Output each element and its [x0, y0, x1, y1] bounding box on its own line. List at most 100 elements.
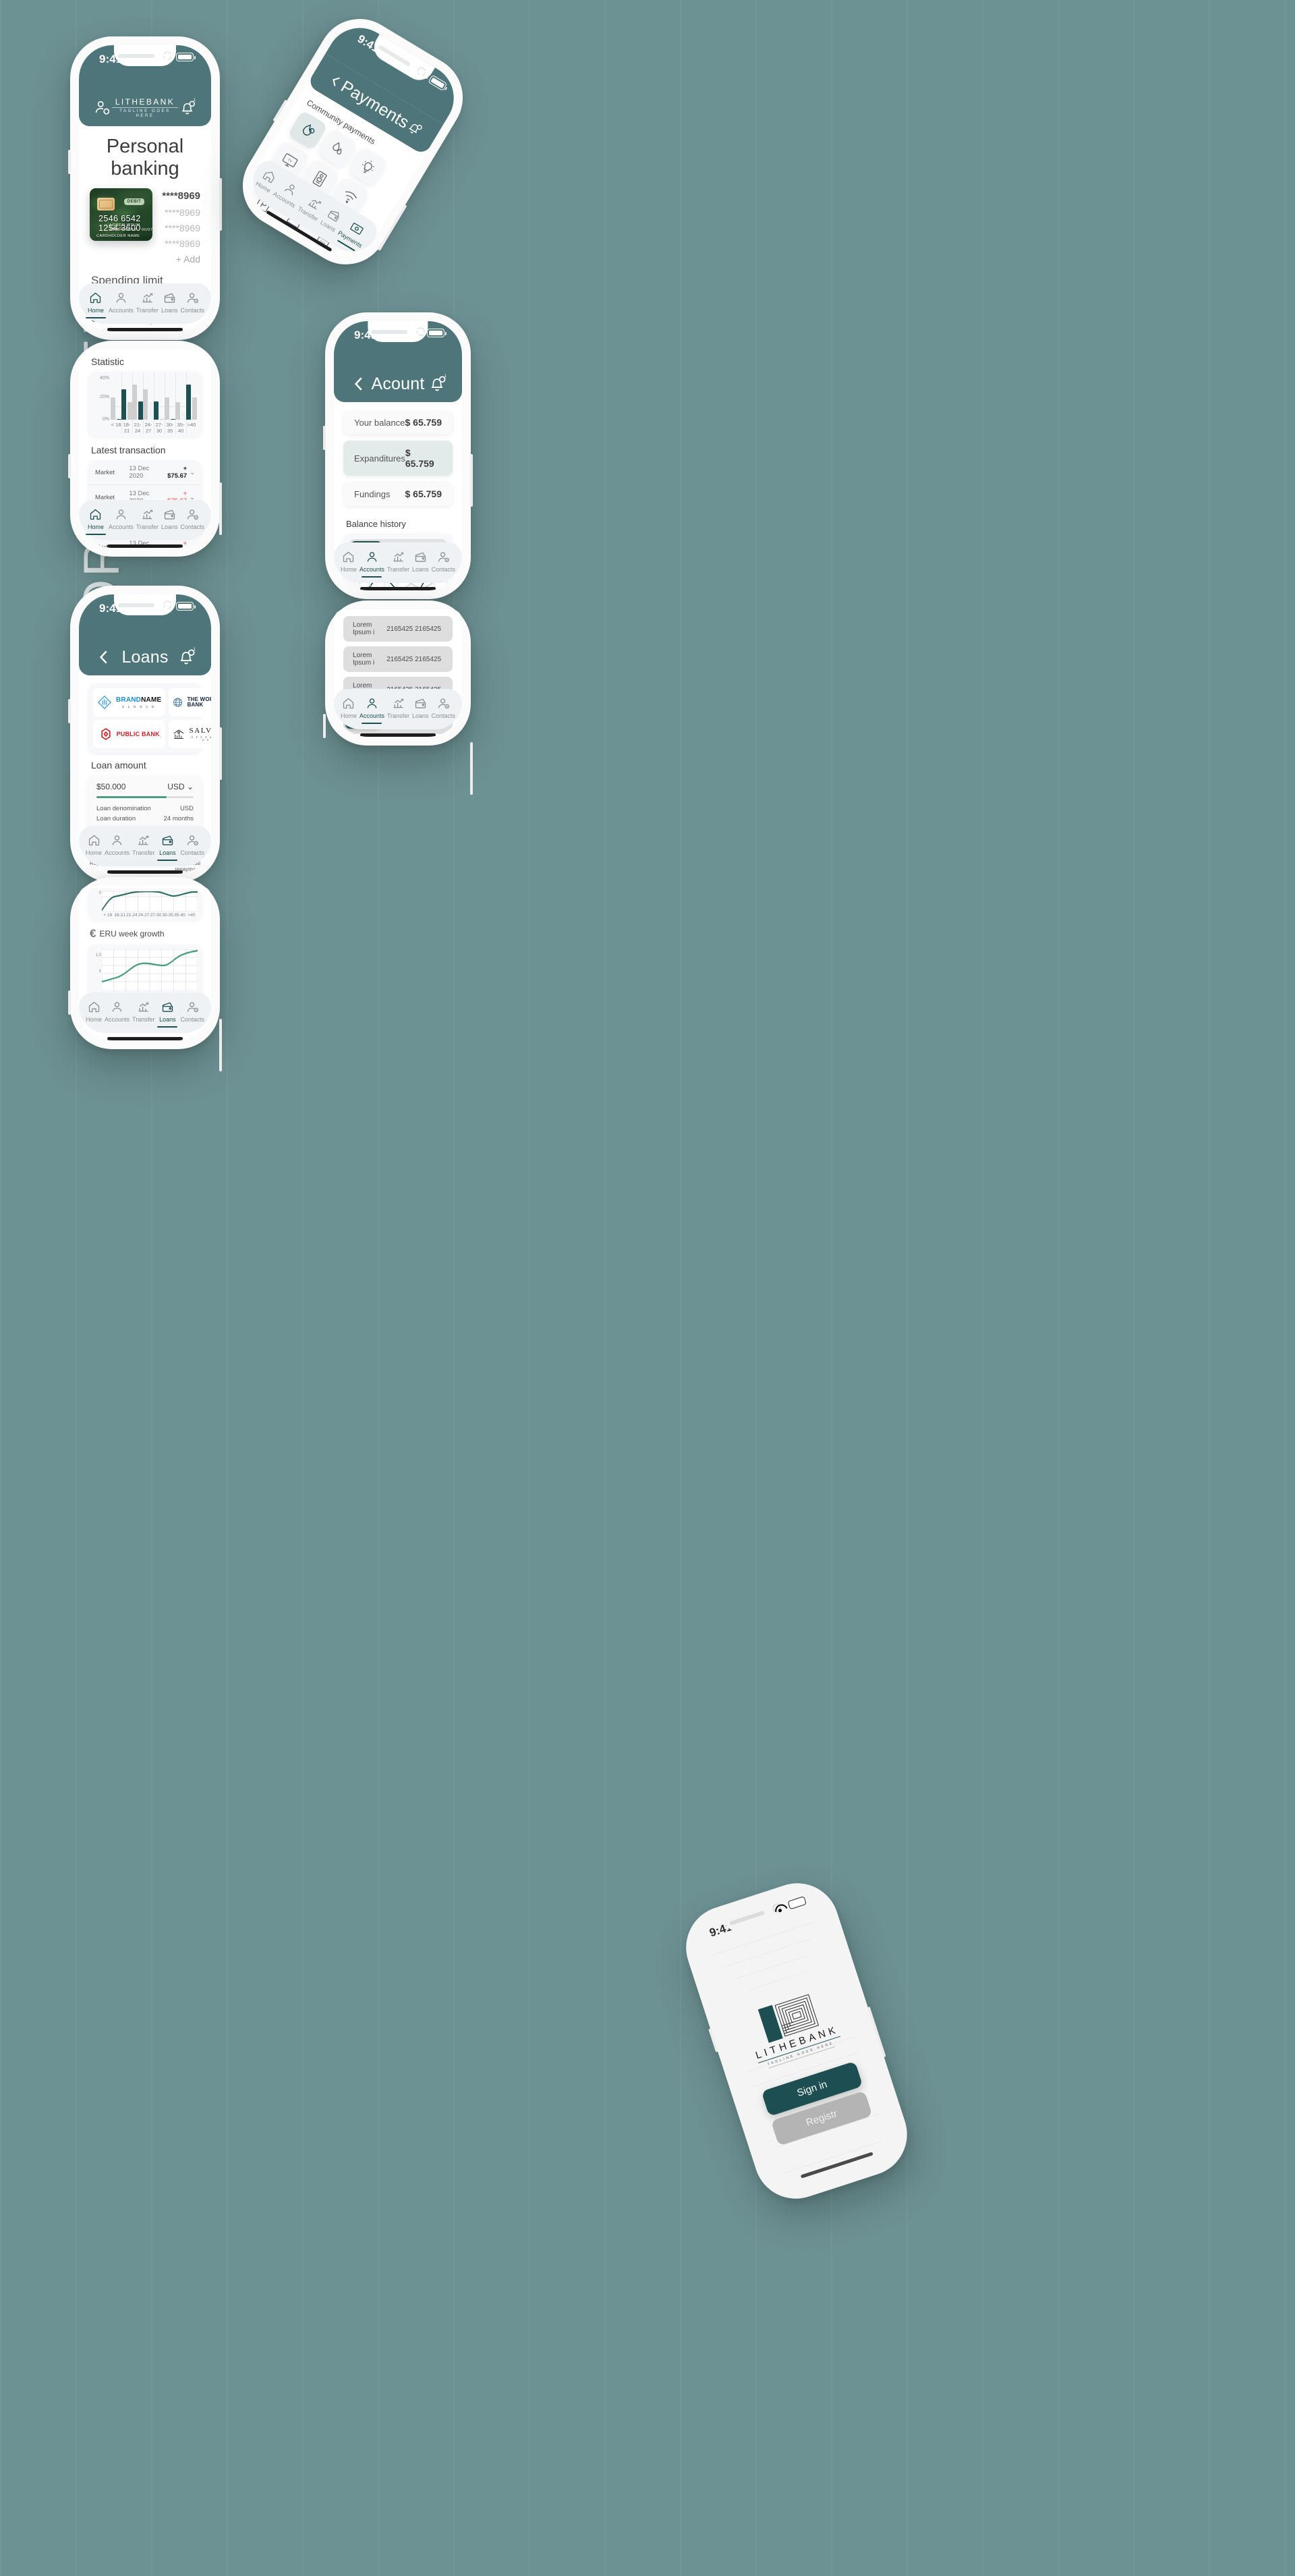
- loans-tabbar: Home Accounts Transfer Loans Contacts: [79, 826, 211, 866]
- tab-contacts[interactable]: Contacts: [180, 507, 204, 530]
- bank-logo-public-bank[interactable]: PUBLIC BANK: [93, 720, 166, 748]
- bank-card[interactable]: DEBIT 2546 6542 1254 3600 LOREM IPSUM DO…: [90, 188, 153, 241]
- masked-card-0[interactable]: ****8969: [162, 188, 200, 205]
- notification-count: 1: [193, 648, 196, 652]
- account-screen-lower: Lorem Ipsum i 2165425 2165425 Lorem Ipsu…: [334, 609, 462, 737]
- home-tabbar: Home Accounts Transfer Loans Contacts: [79, 283, 211, 324]
- bank-logo-world-bank[interactable]: THE WORLD BANK: [169, 688, 211, 717]
- card-debit-badge: DEBIT: [123, 198, 145, 205]
- tab-home[interactable]: Home: [85, 507, 106, 535]
- bank-logo-salvis[interactable]: SALVIS O P E R A R I O S: [169, 720, 211, 748]
- payments-screen: 9:41 Payments Community payments TV 2000…: [239, 15, 467, 269]
- tab-accounts[interactable]: Accounts: [359, 696, 384, 724]
- home-navbar: LITHEBANK TAGLINE GOES HERE 1: [79, 90, 211, 126]
- eru-chart-title: ERU week growth: [99, 929, 165, 939]
- tab-accounts[interactable]: Accounts: [109, 507, 134, 530]
- home-indicator: [107, 1037, 183, 1040]
- list-item[interactable]: Lorem Ipsum i 2165425 2165425: [343, 616, 453, 642]
- tab-loans[interactable]: Loans: [161, 507, 178, 530]
- bank-logo-grid: BRANDNAME S L O G A N THE WORLD BANK PUB…: [88, 683, 211, 753]
- tab-contacts[interactable]: Contacts: [431, 696, 455, 719]
- loans-tabbar-lower: Home Accounts Transfer Loans Contacts: [79, 992, 211, 1033]
- profile-settings-icon[interactable]: [94, 98, 112, 118]
- tab-accounts[interactable]: Accounts: [105, 1000, 130, 1023]
- tab-loans[interactable]: Loans: [161, 291, 178, 314]
- tab-loans[interactable]: Loans: [412, 696, 429, 719]
- balance-row-your-balance[interactable]: Your balance $ 65.759: [343, 410, 453, 435]
- masked-card-list: ****8969 ****8969 ****8969 ****8969 + Ad…: [162, 188, 200, 267]
- balance-history-title: Balance history: [346, 519, 406, 529]
- page-title: Acount: [371, 374, 425, 393]
- loans-screen-lower: 0 < 18 18-21 21-24 24-27 27-30 30-35 35-…: [79, 886, 211, 1040]
- account-navbar: Acount 1: [334, 366, 462, 402]
- list-item[interactable]: Lorem Ipsum i 2165425 2165425: [343, 646, 453, 672]
- home-indicator: [360, 587, 436, 590]
- tab-transfer[interactable]: Transfer: [132, 833, 154, 856]
- phone-account: 9:41 Acount 1 Your balance $ 65.759 Expa…: [323, 312, 473, 599]
- transactions-title: Latest transaction: [91, 445, 166, 455]
- other-payments-grid: DEBT $: [239, 256, 316, 269]
- balance-row-expanditures[interactable]: Expanditures $ 65.759: [343, 441, 453, 476]
- tab-home[interactable]: Home: [341, 550, 357, 573]
- add-card-button[interactable]: + Add: [162, 252, 200, 267]
- tab-loans[interactable]: Loans: [157, 833, 178, 861]
- chevron-down-icon[interactable]: ⌄: [187, 469, 195, 476]
- status-bar: 9:41: [79, 594, 211, 639]
- statistic-title: Statistic: [91, 356, 125, 367]
- statistic-chart: 40% 20% 0% < 18 18-21 21-24 24-27 27-30 …: [88, 372, 202, 437]
- tab-contacts[interactable]: Contacts: [180, 1000, 204, 1023]
- ytick-0: 0%: [102, 417, 109, 422]
- loan-amount-value[interactable]: $50.000: [96, 782, 125, 791]
- tab-accounts[interactable]: Accounts: [105, 833, 130, 856]
- notification-bell-icon[interactable]: 1: [427, 374, 447, 394]
- back-arrow-icon[interactable]: [94, 647, 114, 667]
- tab-home[interactable]: Home: [86, 833, 102, 856]
- home-screen-lower: Statistic 40% 20% 0% < 18 18-21 21-24 24…: [79, 349, 211, 548]
- bank-logo-brandname[interactable]: BRANDNAME S L O G A N: [93, 688, 166, 717]
- tab-contacts[interactable]: Contacts: [431, 550, 455, 573]
- tab-accounts[interactable]: Accounts: [359, 550, 384, 578]
- home-tabbar-lower: Home Accounts Transfer Loans Contacts: [79, 500, 211, 540]
- back-arrow-icon[interactable]: [349, 374, 369, 394]
- tab-home[interactable]: Home: [341, 696, 357, 719]
- phone-loans: 9:41 Loans 1 BRANDNAME S L O G A N THE W…: [68, 586, 222, 883]
- brand-tagline: TAGLINE GOES HERE: [112, 107, 178, 118]
- masked-card-1[interactable]: ****8969: [162, 205, 200, 221]
- chevron-down-icon: ⌄: [186, 782, 194, 791]
- wifi-icon: [161, 603, 171, 610]
- status-bar: 9:41: [79, 45, 211, 90]
- balance-row-fundings[interactable]: Fundings $ 65.759: [343, 482, 453, 506]
- tab-contacts[interactable]: Contacts: [180, 833, 204, 856]
- battery-icon: [787, 1896, 807, 1910]
- notification-count: 1: [193, 99, 196, 103]
- battery-icon: [427, 329, 447, 337]
- tab-home[interactable]: Home: [85, 291, 106, 318]
- car-shield-icon[interactable]: [239, 213, 266, 254]
- notification-bell-icon[interactable]: 1: [178, 98, 196, 118]
- masked-card-3[interactable]: ****8969: [162, 236, 200, 252]
- notification-count: 1: [444, 374, 447, 379]
- tab-transfer[interactable]: Transfer: [132, 1000, 154, 1023]
- account-screen: 9:41 Acount 1 Your balance $ 65.759 Expa…: [334, 321, 462, 590]
- tab-loans[interactable]: Loans: [412, 550, 429, 573]
- notch: [368, 34, 435, 86]
- table-row[interactable]: Market13 Dec 2020+ $75.67⌄: [88, 460, 202, 485]
- notification-bell-icon[interactable]: 1: [176, 647, 196, 667]
- gamepad-icon[interactable]: [239, 256, 240, 269]
- phone-home-scrolled: Statistic 40% 20% 0% < 18 18-21 21-24 24…: [68, 341, 222, 557]
- loan-amount-slider[interactable]: [96, 796, 194, 798]
- tab-home[interactable]: Home: [86, 1000, 102, 1023]
- card-holder: CARDHOLDER NAME: [96, 234, 140, 238]
- card-year: 2015: [110, 228, 120, 232]
- tab-transfer[interactable]: Transfer: [387, 696, 409, 719]
- ytick-20: 20%: [99, 395, 109, 399]
- tab-accounts[interactable]: Accounts: [109, 291, 134, 314]
- tab-transfer[interactable]: Transfer: [387, 550, 409, 573]
- tab-transfer[interactable]: Transfer: [136, 507, 159, 530]
- masked-card-2[interactable]: ****8969: [162, 221, 200, 236]
- tab-transfer[interactable]: Transfer: [136, 291, 159, 314]
- loan-currency-select[interactable]: USD ⌄: [167, 782, 194, 791]
- notch: [721, 1895, 790, 1935]
- tab-loans[interactable]: Loans: [157, 1000, 178, 1028]
- tab-contacts[interactable]: Contacts: [180, 291, 204, 314]
